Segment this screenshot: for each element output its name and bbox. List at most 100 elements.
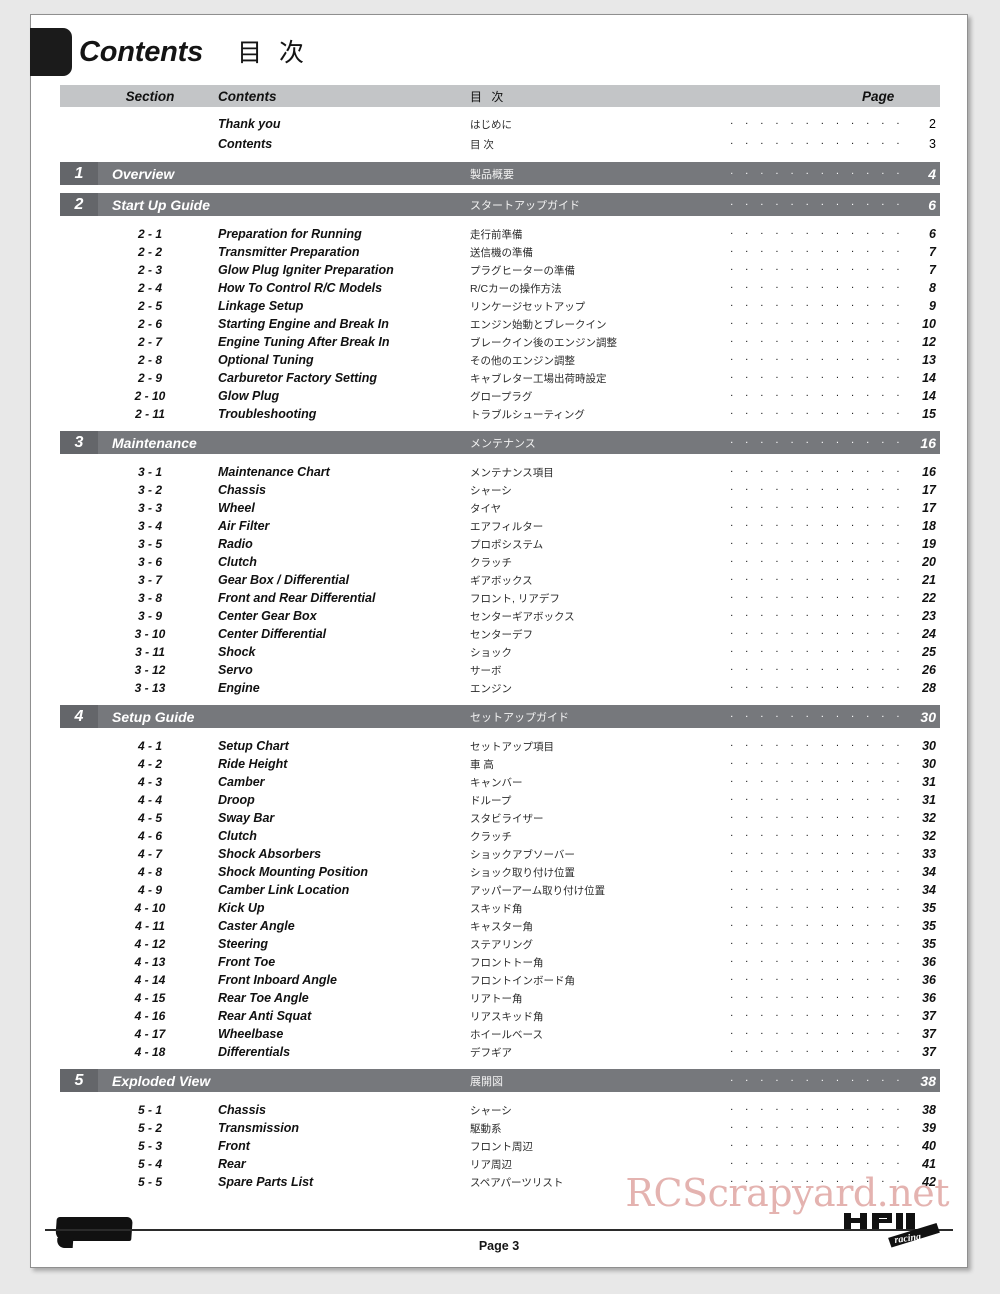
toc-item-row[interactable]: 2 - 5 Linkage Setup リンケージセットアップ · · · · · ·… [60,297,940,315]
toc-item-row[interactable]: 3 - 9 Center Gear Box センターギアボックス · · · · · … [60,607,940,625]
leader-dots: · · · · · · · · · · · · [700,809,906,827]
toc-item-row[interactable]: 2 - 11 Troubleshooting トラブルシューティング · · · · … [60,405,940,423]
toc-item-row[interactable]: 5 - 3 Front フロント周辺 · · · · · · · · · · · · 4… [60,1137,940,1155]
section-header-row[interactable]: 1 Overview 製品概要 · · · · · · · · · · · · 4 [60,162,940,185]
toc-item-title-jp: スキッド角 [470,902,523,915]
leader-dots-glyphs: · · · · · · · · · · · · [729,227,904,240]
toc-item-title-jp: エンジン始動とブレークイン [470,318,607,331]
toc-item-row[interactable]: 4 - 16 Rear Anti Squat リアスキッド角 · · · · · · … [60,1007,940,1025]
toc-item-row[interactable]: 3 - 2 Chassis シャーシ · · · · · · · · · · · · 1… [60,481,940,499]
toc-item-title: Kick Up [218,901,265,915]
toc-item-title: Center Gear Box [218,609,317,623]
leader-dots: · · · · · · · · · · · · [700,845,906,863]
toc-item-row[interactable]: 4 - 6 Clutch クラッチ · · · · · · · · · · · · 32 [60,827,940,845]
leader-dots-glyphs: · · · · · · · · · · · · [729,167,904,179]
section-header-row[interactable]: 5 Exploded View 展開図 · · · · · · · · · · · ·… [60,1069,940,1092]
toc-item-title: Linkage Setup [218,299,304,313]
toc-item-row[interactable]: 4 - 10 Kick Up スキッド角 · · · · · · · · · · · … [60,899,940,917]
toc-item-page: 38 [922,1103,936,1117]
toc-item-section: 4 - 17 [134,1027,166,1041]
page-title-japanese: 目 次 [237,39,310,67]
toc-item-row[interactable]: 2 - 3 Glow Plug Igniter Preparation プラグヒータ… [60,261,940,279]
toc-item-row[interactable]: 4 - 2 Ride Height 車 高 · · · · · · · · · · ·… [60,755,940,773]
toc-item-title-jp: ショックアブソーバー [470,848,575,861]
leader-dots-glyphs: · · · · · · · · · · · · [729,645,904,658]
leader-dots-glyphs: · · · · · · · · · · · · [729,299,904,312]
front-matter-row[interactable]: Thank you はじめに · · · · · · · · · · · · 2 [60,114,940,134]
toc-item-page: 32 [922,829,936,843]
toc-item-row[interactable]: 3 - 13 Engine エンジン · · · · · · · · · · · · 2… [60,679,940,697]
toc-item-title-jp: シャーシ [470,484,512,497]
toc-item-row[interactable]: 4 - 9 Camber Link Location アッパーアーム取り付け位置 · … [60,881,940,899]
toc-item-row[interactable]: 3 - 4 Air Filter エアフィルター · · · · · · · · · … [60,517,940,535]
toc-item-section: 4 - 16 [134,1009,166,1023]
front-matter-row[interactable]: Contents 目 次 · · · · · · · · · · · · 3 [60,134,940,154]
toc-item-page: 26 [922,663,936,677]
toc-item-row[interactable]: 2 - 2 Transmitter Preparation 送信機の準備 · · · … [60,243,940,261]
toc-item-row[interactable]: 4 - 18 Differentials デフギア · · · · · · · · ·… [60,1043,940,1061]
toc-item-row[interactable]: 2 - 4 How To Control R/C Models R/Cカーの操作方法… [60,279,940,297]
toc-item-row[interactable]: 3 - 11 Shock ショック · · · · · · · · · · · · 25 [60,643,940,661]
toc-item-section: 4 - 6 [137,829,162,843]
toc-item-row[interactable]: 4 - 12 Steering ステアリング · · · · · · · · · · … [60,935,940,953]
toc-item-row[interactable]: 3 - 6 Clutch クラッチ · · · · · · · · · · · · 20 [60,553,940,571]
leader-dots-glyphs: · · · · · · · · · · · · [729,829,904,842]
toc-item-row[interactable]: 4 - 17 Wheelbase ホイールベース · · · · · · · · · … [60,1025,940,1043]
leader-dots: · · · · · · · · · · · · [700,225,906,243]
toc-item-row[interactable]: 4 - 7 Shock Absorbers ショックアブソーバー · · · · · … [60,845,940,863]
toc-item-row[interactable]: 3 - 8 Front and Rear Differential フロント, リア… [60,589,940,607]
section-header-row[interactable]: 3 Maintenance メンテナンス · · · · · · · · · · · … [60,431,940,454]
toc-item-row[interactable]: 2 - 8 Optional Tuning その他のエンジン調整 · · · · · … [60,351,940,369]
toc-item-title-jp: フロント, リアデフ [470,592,560,605]
toc-item-row[interactable]: 2 - 6 Starting Engine and Break In エンジン始動と… [60,315,940,333]
toc-item-row[interactable]: 4 - 15 Rear Toe Angle リアトー角 · · · · · · · ·… [60,989,940,1007]
toc-item-row[interactable]: 4 - 14 Front Inboard Angle フロントインボード角 · · ·… [60,971,940,989]
toc-item-row[interactable]: 3 - 7 Gear Box / Differential ギアボックス · · · … [60,571,940,589]
leader-dots: · · · · · · · · · · · · [700,517,906,535]
toc-item-row[interactable]: 4 - 8 Shock Mounting Position ショック取り付け位置 · … [60,863,940,881]
toc-item-row[interactable]: 3 - 5 Radio プロポシステム · · · · · · · · · · · ·… [60,535,940,553]
toc-item-row[interactable]: 3 - 3 Wheel タイヤ · · · · · · · · · · · · 17 [60,499,940,517]
toc-item-title: Front Inboard Angle [218,973,337,987]
toc-item-page: 31 [922,775,936,789]
toc-item-row[interactable]: 5 - 1 Chassis シャーシ · · · · · · · · · · · · 3… [60,1101,940,1119]
toc-item-row[interactable]: 4 - 1 Setup Chart セットアップ項目 · · · · · · · · … [60,737,940,755]
toc-item-page: 24 [922,627,936,641]
leader-dots: · · · · · · · · · · · · [700,243,906,261]
leader-dots: · · · · · · · · · · · · [700,162,906,185]
toc-item-title: Glow Plug Igniter Preparation [218,263,394,277]
toc-item-row[interactable]: 5 - 2 Transmission 駆動系 · · · · · · · · · · … [60,1119,940,1137]
toc-item-section: 2 - 6 [137,317,162,331]
toc-item-section: 2 - 9 [137,371,162,385]
toc-item-row[interactable]: 4 - 3 Camber キャンバー · · · · · · · · · · · · 3… [60,773,940,791]
toc-item-title: Camber [218,775,265,789]
toc-item-row[interactable]: 4 - 4 Droop ドループ · · · · · · · · · · · · 31 [60,791,940,809]
toc-item-row[interactable]: 3 - 12 Servo サーボ · · · · · · · · · · · · 26 [60,661,940,679]
leader-dots: · · · · · · · · · · · · [700,881,906,899]
toc-item-title: Front [218,1139,250,1153]
toc-item-row[interactable]: 4 - 13 Front Toe フロントトー角 · · · · · · · · · … [60,953,940,971]
toc-item-row[interactable]: 4 - 11 Caster Angle キャスター角 · · · · · · · · … [60,917,940,935]
leader-dots-glyphs: · · · · · · · · · · · · [729,901,904,914]
toc-item-title: Glow Plug [218,389,280,403]
front-matter-title: Contents [218,137,273,151]
toc-item-row[interactable]: 3 - 1 Maintenance Chart メンテナンス項目 · · · · · … [60,463,940,481]
toc-item-title: Front and Rear Differential [218,591,376,605]
toc-item-section: 3 - 4 [137,519,162,533]
section-number: 2 [60,193,98,216]
section-header-row[interactable]: 4 Setup Guide セットアップガイド · · · · · · · · · ·… [60,705,940,728]
toc-item-row[interactable]: 2 - 10 Glow Plug グロープラグ · · · · · · · · · ·… [60,387,940,405]
toc-item-row[interactable]: 2 - 7 Engine Tuning After Break In ブレークイン後… [60,333,940,351]
toc-item-title-jp: セットアップ項目 [470,740,554,753]
section-header-row[interactable]: 2 Start Up Guide スタートアップガイド · · · · · · · ·… [60,193,940,216]
toc-item-row[interactable]: 4 - 5 Sway Bar スタビライザー · · · · · · · · · · … [60,809,940,827]
toc-item-row[interactable]: 2 - 1 Preparation for Running 走行前準備 · · · ·… [60,225,940,243]
toc-item-section: 4 - 8 [137,865,162,879]
toc-item-row[interactable]: 3 - 10 Center Differential センターデフ · · · · ·… [60,625,940,643]
toc-item-page: 34 [922,865,936,879]
toc-item-row[interactable]: 2 - 9 Carburetor Factory Setting キャブレター工場出… [60,369,940,387]
leader-dots-glyphs: · · · · · · · · · · · · [729,1103,904,1116]
leader-dots-glyphs: · · · · · · · · · · · · [729,681,904,694]
leader-dots: · · · · · · · · · · · · [700,279,906,297]
leader-dots-glyphs: · · · · · · · · · · · · [729,757,904,770]
